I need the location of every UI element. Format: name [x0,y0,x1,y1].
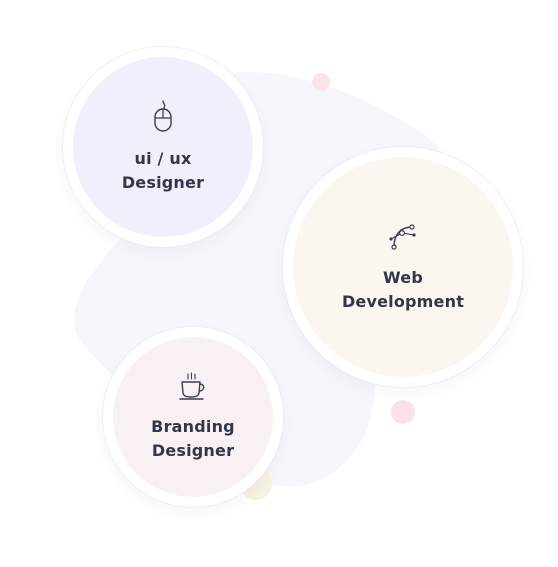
web-development-card[interactable]: Web Development [293,157,513,377]
decorative-dot-pink-top [312,73,330,91]
branding-designer-card[interactable]: Branding Designer [113,337,273,497]
decorative-dot-pink-right [391,400,415,424]
uiux-designer-card[interactable]: ui / ux Designer [73,57,253,237]
branding-label-line2: Designer [151,440,235,460]
uiux-label-line2: Designer [121,172,205,192]
mouse-icon [152,99,174,137]
branding-label-line1: Branding [151,416,235,436]
bezier-pen-icon [388,221,418,256]
uiux-label-line1: ui / ux [134,148,192,168]
services-showcase: ui / ux Designer Web Development Brandin… [0,0,558,567]
web-dev-label-line2: Development [341,291,465,311]
web-dev-label-line1: Web [383,267,423,287]
coffee-cup-icon [179,371,207,405]
